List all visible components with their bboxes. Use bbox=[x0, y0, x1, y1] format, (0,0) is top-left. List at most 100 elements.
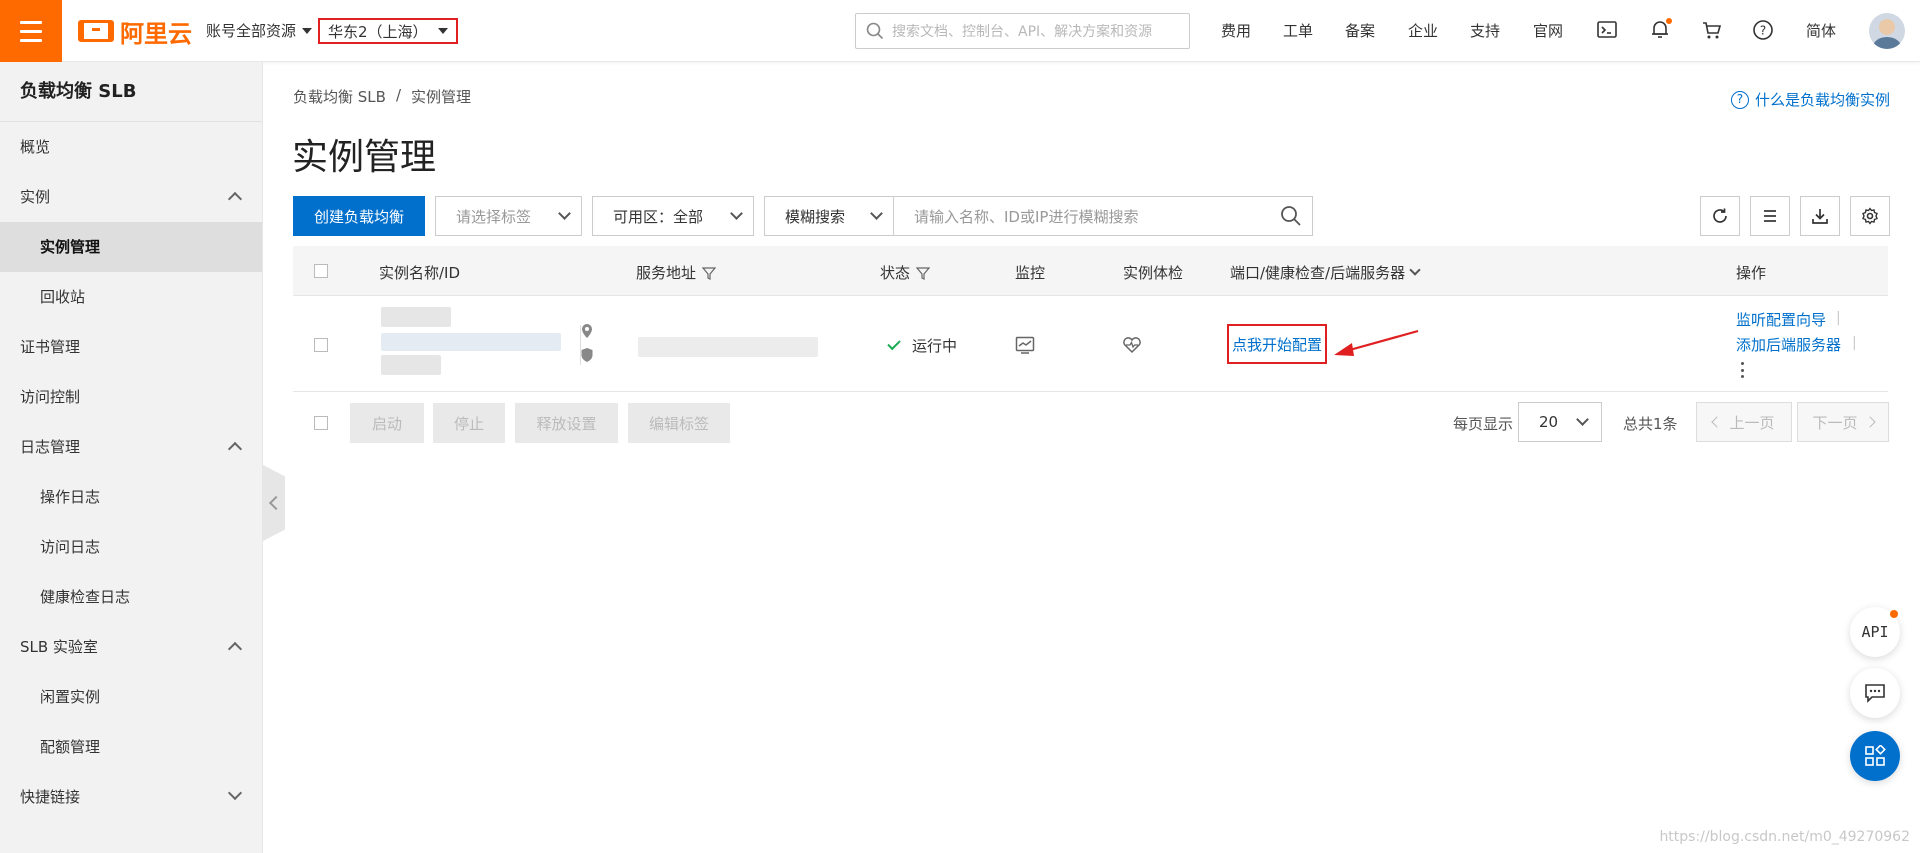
instance-search-placeholder: 请输入名称、ID或IP进行模糊搜索 bbox=[914, 207, 1139, 226]
column-header-ports[interactable]: 端口/健康检查/后端服务器 bbox=[1230, 262, 1421, 283]
chevron-right-icon bbox=[1863, 416, 1876, 428]
menu-icon[interactable] bbox=[0, 0, 62, 62]
redacted-instance-name bbox=[381, 307, 451, 327]
sidebar-item-health-check-logs[interactable]: 健康检查日志 bbox=[0, 572, 262, 622]
sidebar-item-overview[interactable]: 概览 bbox=[0, 122, 262, 172]
sidebar-group-logs[interactable]: 日志管理 bbox=[0, 422, 262, 472]
sidebar-item-operation-logs[interactable]: 操作日志 bbox=[0, 472, 262, 522]
listener-wizard-link[interactable]: 监听配置向导 bbox=[1736, 309, 1826, 330]
footer-select-all-checkbox[interactable] bbox=[314, 416, 328, 430]
column-divider bbox=[580, 325, 581, 365]
next-page-label: 下一页 bbox=[1812, 413, 1858, 432]
sidebar-item-instance-management[interactable]: 实例管理 bbox=[0, 222, 262, 272]
column-header-label: 监控 bbox=[1015, 264, 1046, 282]
nav-official-site[interactable]: 官网 bbox=[1533, 20, 1563, 41]
nav-tickets[interactable]: 工单 bbox=[1283, 20, 1313, 41]
nav-support[interactable]: 支持 bbox=[1470, 20, 1500, 41]
chevron-up-icon bbox=[227, 441, 243, 457]
zone-select[interactable]: 可用区：全部 bbox=[592, 196, 754, 236]
sidebar-item-idle-instances[interactable]: 闲置实例 bbox=[0, 672, 262, 722]
chevron-down-icon bbox=[730, 207, 743, 220]
location-pin-icon[interactable] bbox=[580, 323, 594, 339]
next-page-button[interactable]: 下一页 bbox=[1797, 402, 1889, 442]
help-icon[interactable]: ? bbox=[1752, 19, 1774, 41]
sidebar-item-quota-management[interactable]: 配额管理 bbox=[0, 722, 262, 772]
refresh-button[interactable] bbox=[1700, 196, 1740, 236]
region-selector[interactable]: 华东2（上海） bbox=[318, 18, 458, 44]
chat-float-button[interactable] bbox=[1850, 668, 1900, 718]
api-float-button[interactable]: API bbox=[1850, 607, 1900, 657]
page-size-select[interactable]: 20 bbox=[1518, 402, 1602, 442]
api-notification-dot bbox=[1890, 610, 1898, 618]
notifications-button[interactable] bbox=[1649, 18, 1673, 42]
sidebar-collapse-handle[interactable] bbox=[263, 465, 285, 541]
filter-icon[interactable] bbox=[916, 266, 931, 280]
download-button[interactable] bbox=[1800, 196, 1840, 236]
sidebar-item-access-control[interactable]: 访问控制 bbox=[0, 372, 262, 422]
search-icon[interactable] bbox=[1280, 205, 1302, 227]
sidebar-group-slb-lab[interactable]: SLB 实验室 bbox=[0, 622, 262, 672]
sidebar-item-label: 访问控制 bbox=[20, 388, 81, 406]
chevron-up-icon bbox=[227, 191, 243, 207]
page-title: 实例管理 bbox=[292, 137, 437, 178]
global-search-placeholder: 搜索文档、控制台、API、解决方案和资源 bbox=[892, 24, 1153, 40]
apps-float-button[interactable] bbox=[1850, 731, 1900, 781]
svg-text:?: ? bbox=[1760, 24, 1766, 38]
help-link[interactable]: ? 什么是负载均衡实例 bbox=[1730, 89, 1890, 110]
sidebar-group-quick-links[interactable]: 快捷链接 bbox=[0, 772, 262, 822]
redacted-instance-id bbox=[381, 333, 561, 351]
column-header-monitor: 监控 bbox=[1015, 262, 1045, 283]
column-header-label: 实例体检 bbox=[1123, 264, 1184, 282]
avatar[interactable] bbox=[1869, 13, 1905, 49]
global-search-input[interactable]: 搜索文档、控制台、API、解决方案和资源 bbox=[855, 13, 1190, 49]
health-check-heart-icon[interactable] bbox=[1122, 336, 1142, 354]
sidebar-item-recycle-bin[interactable]: 回收站 bbox=[0, 272, 262, 322]
start-config-link[interactable]: 点我开始配置 bbox=[1227, 324, 1327, 364]
cart-icon[interactable] bbox=[1701, 19, 1723, 41]
settings-button[interactable] bbox=[1850, 196, 1890, 236]
help-link-label: 什么是负载均衡实例 bbox=[1754, 91, 1890, 109]
chevron-down-icon bbox=[227, 785, 243, 801]
stop-button[interactable]: 停止 bbox=[433, 403, 505, 443]
chevron-up-icon bbox=[227, 641, 243, 657]
add-backend-server-link[interactable]: 添加后端服务器 bbox=[1736, 334, 1841, 355]
language-switch[interactable]: 简体 bbox=[1806, 20, 1836, 41]
redacted-service-address bbox=[638, 337, 818, 357]
monitor-chart-icon[interactable] bbox=[1015, 336, 1035, 354]
select-all-checkbox[interactable] bbox=[314, 264, 328, 278]
tag-select[interactable]: 请选择标签 bbox=[435, 196, 582, 236]
shield-icon[interactable] bbox=[580, 347, 594, 363]
more-actions-icon[interactable] bbox=[1741, 362, 1745, 378]
tag-select-placeholder: 请选择标签 bbox=[456, 207, 532, 226]
sidebar-group-instances[interactable]: 实例 bbox=[0, 172, 262, 222]
total-count: 总共1条 bbox=[1623, 415, 1678, 433]
chevron-down-icon bbox=[1409, 264, 1421, 276]
sidebar-item-certificates[interactable]: 证书管理 bbox=[0, 322, 262, 372]
sidebar-item-label: 概览 bbox=[20, 138, 51, 156]
nav-icp[interactable]: 备案 bbox=[1345, 20, 1375, 41]
table-header: 实例名称/ID 服务地址 状态 监控 实例体检 端口/健康检查/后端服务器 操作 bbox=[293, 246, 1888, 296]
nav-billing[interactable]: 费用 bbox=[1221, 20, 1251, 41]
start-button[interactable]: 启动 bbox=[350, 403, 424, 443]
sidebar-item-label: 访问日志 bbox=[40, 538, 101, 556]
prev-page-button[interactable]: 上一页 bbox=[1696, 402, 1792, 442]
filter-icon[interactable] bbox=[702, 266, 717, 280]
column-header-address: 服务地址 bbox=[636, 262, 717, 283]
release-settings-button[interactable]: 释放设置 bbox=[515, 403, 618, 443]
aliyun-logo[interactable]: 阿里云 bbox=[78, 14, 192, 48]
nav-enterprise[interactable]: 企业 bbox=[1408, 20, 1438, 41]
sidebar-item-label: 实例管理 bbox=[40, 238, 101, 256]
terminal-icon[interactable] bbox=[1596, 19, 1618, 41]
edit-tags-button[interactable]: 编辑标签 bbox=[628, 403, 730, 443]
instance-search-input[interactable]: 请输入名称、ID或IP进行模糊搜索 bbox=[893, 196, 1313, 236]
breadcrumb-root[interactable]: 负载均衡 SLB bbox=[293, 86, 386, 107]
column-header-label: 服务地址 bbox=[636, 264, 697, 282]
create-load-balancer-button[interactable]: 创建负载均衡 bbox=[293, 196, 425, 236]
row-checkbox[interactable] bbox=[314, 338, 328, 352]
aliyun-logo-icon bbox=[78, 20, 114, 42]
account-selector[interactable]: 账号全部资源 bbox=[206, 20, 313, 41]
chevron-down-icon bbox=[558, 207, 571, 220]
sidebar-item-access-logs[interactable]: 访问日志 bbox=[0, 522, 262, 572]
columns-button[interactable] bbox=[1750, 196, 1790, 236]
search-mode-select[interactable]: 模糊搜索 bbox=[764, 196, 894, 236]
